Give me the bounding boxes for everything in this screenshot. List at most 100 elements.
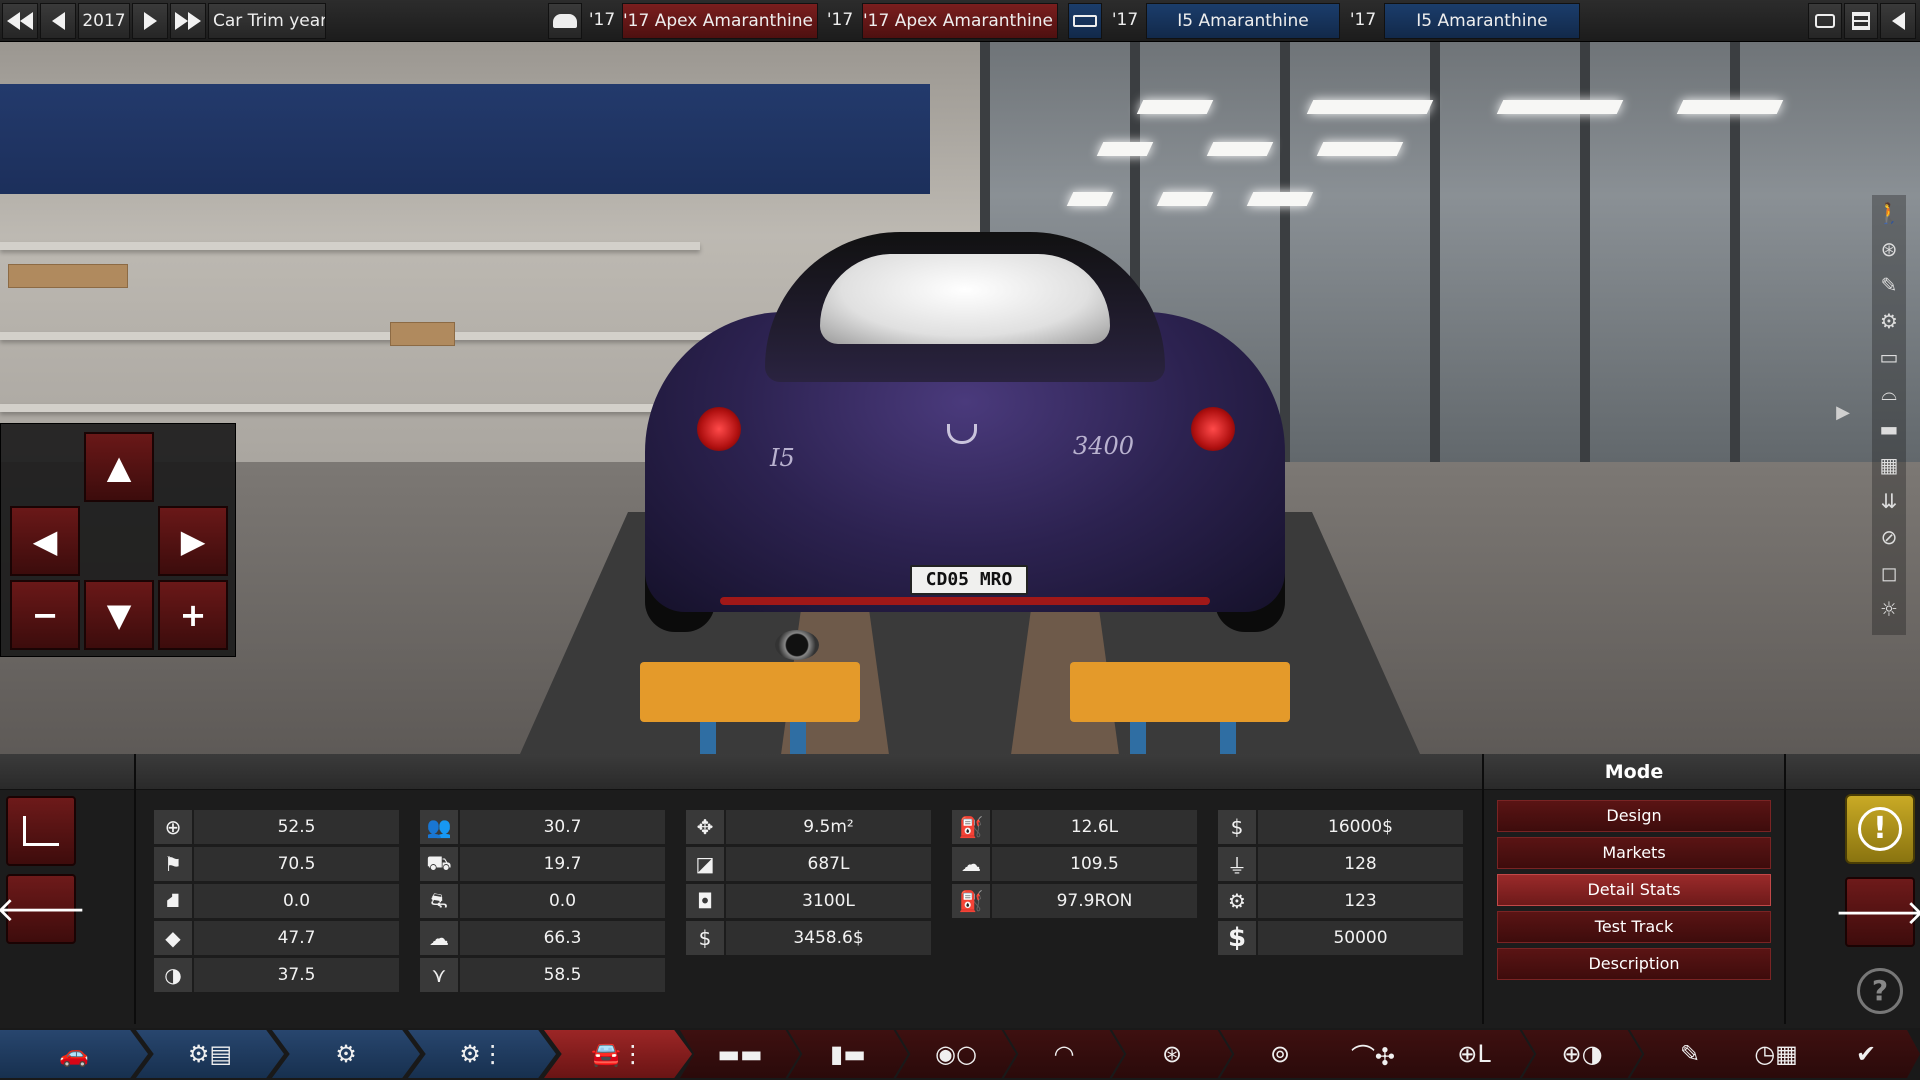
dimensions-icon: ✥ xyxy=(686,810,726,844)
next-step-button[interactable]: 🡒 xyxy=(1834,877,1920,947)
car-icon[interactable]: ▬ xyxy=(1872,411,1906,447)
minus-icon: − xyxy=(31,596,59,634)
camera-up-button[interactable]: ▲ xyxy=(84,432,154,502)
mode-description-button[interactable]: Description xyxy=(1497,948,1771,980)
camera-right-button[interactable]: ▶ xyxy=(158,506,228,576)
year-next-button[interactable] xyxy=(132,3,168,39)
year-prev-button[interactable] xyxy=(40,3,76,39)
aero-icon: ⌒✣ xyxy=(1350,1042,1396,1071)
help-button[interactable]: ? xyxy=(1857,968,1903,1014)
lightbulb-icon[interactable]: ☼ xyxy=(1872,591,1906,627)
fuel-octane-icon: ⛽ xyxy=(952,884,992,918)
year-display[interactable]: 2017 xyxy=(78,3,130,39)
compare-year-1: '17 xyxy=(588,10,616,30)
frame-icon[interactable]: ◻ xyxy=(1872,555,1906,591)
camera-down-button[interactable]: ▼ xyxy=(84,580,154,650)
license-plate: CD05 MRO xyxy=(910,565,1028,595)
stat-utility: ⛘ 0.0 xyxy=(154,884,399,918)
grid-icon xyxy=(1852,12,1870,30)
mode-markets-button[interactable]: Markets xyxy=(1497,837,1771,869)
compare-slot-4[interactable]: I5 Amaranthine xyxy=(1384,3,1580,39)
wheel-icon[interactable]: ⊛ xyxy=(1872,231,1906,267)
compare-slot-1[interactable]: '17 Apex Amaranthine ( xyxy=(622,3,818,39)
offroad-car-icon: ⛐ xyxy=(420,884,460,918)
mode-title: Mode xyxy=(1604,761,1664,783)
expand-toolbar-icon[interactable]: ▶ xyxy=(1832,402,1854,426)
mode-design-button[interactable]: Design xyxy=(1497,800,1771,832)
arrow-up-icon: ▲ xyxy=(106,448,132,486)
nav-suspension[interactable]: ⊕L xyxy=(1414,1030,1534,1078)
lift-leg xyxy=(700,722,716,754)
no-icon[interactable]: ⊘ xyxy=(1872,519,1906,555)
previous-step-button[interactable]: 🡐 xyxy=(0,874,87,944)
compare-car-button[interactable] xyxy=(548,3,582,39)
paint-icon[interactable]: ✎ xyxy=(1872,267,1906,303)
stat-safety: ◑ 37.5 xyxy=(154,958,399,992)
nav-tests[interactable]: ⊕◑ xyxy=(1522,1030,1642,1078)
engine-tune-icon: ⚙⋮ xyxy=(459,1040,505,1068)
layout-button[interactable] xyxy=(1844,3,1878,39)
keyboard-icon xyxy=(1073,15,1097,27)
keyboard-icon[interactable]: ▦ xyxy=(1872,447,1906,483)
car-model[interactable]: I5 3400 CD05 MRO xyxy=(645,232,1285,662)
stat-drivability: ⊕ 52.5 xyxy=(154,810,399,844)
year-rewind-button[interactable] xyxy=(2,3,38,39)
stat-material-cost: $16000$ xyxy=(1218,810,1463,844)
engine-icon[interactable]: ⚙ xyxy=(1872,303,1906,339)
compare-slot-3[interactable]: I5 Amaranthine xyxy=(1146,3,1340,39)
nav-body[interactable]: ▬▬ xyxy=(680,1030,800,1078)
nav-trim-interior[interactable]: ◠ xyxy=(1004,1030,1124,1078)
plus-icon: + xyxy=(179,596,207,634)
stat-prestige: ◆ 47.7 xyxy=(154,921,399,955)
nav-finish[interactable]: ✔ xyxy=(1812,1030,1920,1078)
body-icon[interactable]: ⌓ xyxy=(1872,375,1906,411)
fast-forward-icon xyxy=(175,12,188,30)
nav-fixtures[interactable]: ▮▬ xyxy=(788,1030,908,1078)
chassis-icon[interactable]: ▭ xyxy=(1872,339,1906,375)
stat-engineering-time: ⚙ 123 xyxy=(1218,884,1463,918)
screenshot-button[interactable] xyxy=(1808,3,1842,39)
factory-icon: ⏚ xyxy=(1218,847,1258,881)
headlight-icon: ◉○ xyxy=(935,1040,977,1068)
exit-button[interactable] xyxy=(1880,3,1916,39)
stat-trunk-volume: ◪ 687L xyxy=(686,847,931,881)
camera-left-button[interactable]: ◀ xyxy=(10,506,80,576)
view-options-toolbar: 🚶 ⊛ ✎ ⚙ ▭ ⌓ ▬ ▦ ⇊ ⊘ ◻ ☼ xyxy=(1872,195,1906,635)
prev-icon xyxy=(51,12,65,30)
seat-icon: ⛘ xyxy=(154,884,194,918)
nav-car-model[interactable]: 🚗 xyxy=(0,1030,148,1078)
arrow-down-icon: ▼ xyxy=(106,596,132,634)
trunk-icon: ◪ xyxy=(686,847,726,881)
nav-engine-tune[interactable]: ⚙⋮ xyxy=(408,1030,556,1078)
lift-leg xyxy=(1130,722,1146,754)
stat-fuel-economy: ⛽ 12.6L xyxy=(952,810,1197,844)
stat-sportiness: ⚑ 70.5 xyxy=(154,847,399,881)
camera-icon xyxy=(1815,14,1835,28)
crash-test-icon: ⊕◑ xyxy=(1561,1040,1603,1068)
chart-view-button[interactable] xyxy=(6,796,76,866)
person-icon[interactable]: 🚶 xyxy=(1872,195,1906,231)
designer-stage-nav: 🚗 ⚙▤ ⚙ ⚙⋮ 🚘⋮ ▬▬ ▮▬ ◉○ ◠ ⊛ ⊚ ⌒✣ ⊕L ⊕◑ ✎ ◷… xyxy=(0,1028,1920,1080)
nav-engine[interactable]: ⚙ xyxy=(272,1030,420,1078)
stat-emissions: ☁ 109.5 xyxy=(952,847,1197,881)
keyboard-button[interactable] xyxy=(1068,3,1102,39)
warnings-button[interactable]: ! xyxy=(1845,794,1915,864)
year-fast-forward-button[interactable] xyxy=(170,3,206,39)
mode-detail-stats-button[interactable]: Detail Stats xyxy=(1497,874,1771,906)
steering-icon: ⊕L xyxy=(1457,1040,1491,1068)
nav-car-trim[interactable]: 🚘⋮ xyxy=(544,1030,692,1078)
zoom-out-button[interactable]: − xyxy=(10,580,80,650)
play-icon xyxy=(143,12,157,30)
top-toolbar: 2017 Car Trim year '17 '17 Apex Amaranth… xyxy=(0,0,1920,42)
zoom-in-button[interactable]: + xyxy=(158,580,228,650)
body-icon: ▬▬ xyxy=(717,1040,763,1068)
nav-lights[interactable]: ◉○ xyxy=(896,1030,1016,1078)
mode-test-track-button[interactable]: Test Track xyxy=(1497,911,1771,943)
wheel-icon: ⊛ xyxy=(1161,1040,1183,1068)
nav-chassis[interactable]: ⚙▤ xyxy=(136,1030,284,1078)
lift-icon[interactable]: ⇊ xyxy=(1872,483,1906,519)
wall-banner xyxy=(0,84,930,194)
nav-wheels[interactable]: ⊛ xyxy=(1112,1030,1232,1078)
garage-viewport[interactable]: I5 3400 CD05 MRO xyxy=(0,42,1920,754)
compare-slot-2[interactable]: '17 Apex Amaranthine ( xyxy=(862,3,1058,39)
